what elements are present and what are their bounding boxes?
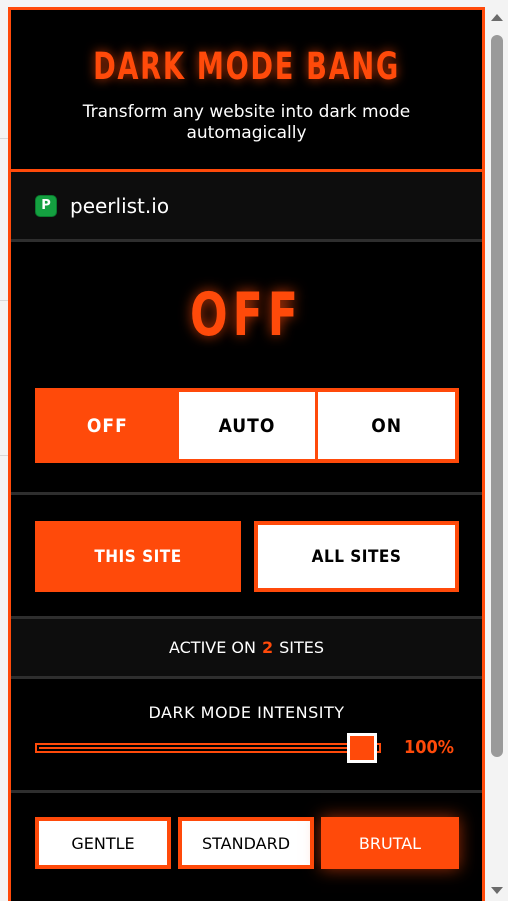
preset-section: GENTLE STANDARD BRUTAL [11,793,482,897]
active-prefix: ACTIVE ON [168,638,256,657]
scrollbar-thumb[interactable] [491,35,503,757]
intensity-value: 100% [404,737,455,758]
scope-section: THIS SITE ALL SITES [11,495,482,619]
mode-toggle-group: OFF AUTO ON [35,388,459,463]
intensity-slider-track[interactable] [35,743,381,753]
active-site-count: 2 [261,638,274,657]
intensity-slider-fill [39,747,377,749]
mode-on-button[interactable]: ON [318,392,456,459]
peerlist-favicon-icon: P [35,194,57,217]
active-suffix: SITES [279,638,325,657]
preset-standard-button[interactable]: STANDARD [178,817,314,869]
mode-auto-button[interactable]: AUTO [178,392,316,459]
intensity-label: DARK MODE INTENSITY [148,703,345,722]
preset-brutal-button[interactable]: BRUTAL [321,817,459,869]
scrollbar[interactable] [485,0,508,901]
mode-off-button[interactable]: OFF [39,392,176,459]
intensity-section: DARK MODE INTENSITY 100% [11,679,482,793]
this-site-button[interactable]: THIS SITE [35,521,241,592]
preset-gentle-button[interactable]: GENTLE [35,817,171,869]
all-sites-button[interactable]: ALL SITES [254,521,459,592]
app-subtitle: Transform any website into dark mode aut… [82,102,411,143]
current-site-name: peerlist.io [70,193,170,218]
status-indicator: OFF [190,280,303,350]
extension-popup: DARK MODE BANG Transform any website int… [8,7,485,901]
app-title: DARK MODE BANG [93,45,400,88]
active-sites-status: ACTIVE ON 2 SITES [11,619,482,679]
chevron-down-icon[interactable] [491,887,503,894]
popup-header: DARK MODE BANG Transform any website int… [11,10,482,172]
intensity-slider-thumb[interactable] [347,733,377,763]
current-site-row: P peerlist.io [11,172,482,242]
status-section: OFF OFF AUTO ON [11,242,482,495]
chevron-up-icon[interactable] [491,14,503,21]
